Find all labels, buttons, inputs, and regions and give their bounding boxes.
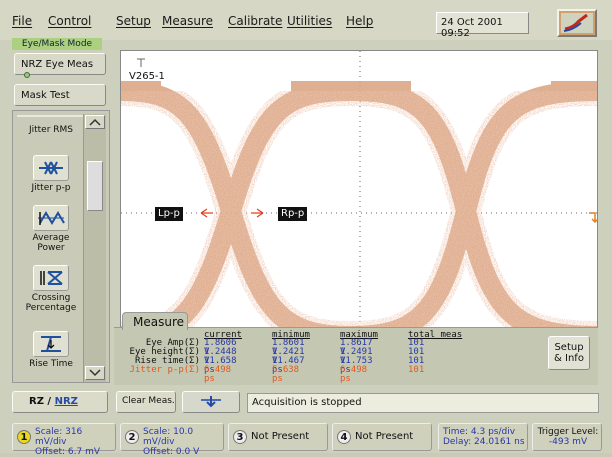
setup-label: Setup [554,342,584,353]
jitter-pp-icon [33,155,69,181]
ground-marker-icon [137,58,145,67]
rise-time-label: Rise Time [29,359,73,369]
setup-info-button[interactable]: Setup & Info [548,336,590,370]
rise-time-button[interactable]: Rise Time [16,331,86,369]
measure-maximum-value: 6.498 ps [340,365,368,384]
rpp-arrow-icon [251,208,264,218]
arrow-down-icon [201,396,221,408]
trigger-button[interactable]: Trigger Level: -493 mV [532,423,602,451]
jitter-rms-button[interactable]: Jitter RMS [16,125,86,135]
nrz-label: NRZ [54,396,78,407]
measure-total-value: 101 [408,365,425,375]
menu-measure[interactable]: Measure [162,14,213,28]
rise-time-icon [33,331,69,357]
measure-current-value: 6.498 ps [204,365,232,384]
chevron-up-icon [89,118,101,126]
mode-badge: Eye/Mask Mode [12,38,102,50]
timebase-button[interactable]: Time: 4.3 ps/div Delay: 24.0161 ns [438,423,528,451]
menu-control[interactable]: Control [48,14,91,28]
channel-3-button[interactable]: 3 Not Present [228,423,328,451]
nrz-eye-label: NRZ Eye Meas [21,59,94,70]
crossing-percentage-button[interactable]: Crossing Percentage [16,265,86,313]
info-label: & Info [554,353,584,364]
scope-window: File Control Setup Measure Calibrate Uti… [0,0,612,457]
channel-offset: Offset: 6.7 mV [35,447,101,457]
menu-help[interactable]: Help [346,14,373,28]
rz-nrz-toggle[interactable]: RZ / NRZ [12,391,108,413]
palette-scrollbar[interactable] [83,114,106,382]
menu-utilities[interactable]: Utilities [287,14,332,28]
clear-meas-button[interactable]: Clear Meas. [116,391,176,413]
channel-4-button[interactable]: 4 Not Present [332,423,432,451]
measure-panel: Measure current minimum maximum total me… [114,312,598,385]
time-label: Time: 4.3 ps/div [443,427,516,437]
divider [17,115,87,117]
trigger-marker-icon [589,212,597,224]
delay-label: Delay: 24.0161 ns [443,437,525,447]
channel-label: V265-1 [129,71,165,82]
mask-test-label: Mask Test [21,90,70,101]
channel-number-badge: 2 [125,430,139,444]
channel-2-button[interactable]: 2 Scale: 10.0 mV/div Offset: 0.0 V [120,423,224,457]
channel-number-badge: 4 [337,430,351,444]
datetime-display: 24 Oct 2001 09:52 [436,12,529,39]
average-power-button[interactable]: Average Power [16,205,86,253]
channel-scale: Scale: 10.0 mV/div [143,427,194,447]
led-icon [24,72,30,78]
average-power-label: Average Power [32,233,70,253]
scroll-down-panel-button[interactable] [182,391,240,413]
scroll-up-button[interactable] [85,115,105,129]
signal-logo-icon [563,13,588,32]
chevron-down-icon [89,369,101,377]
jitter-pp-button[interactable]: Jitter p-p [16,155,86,193]
measure-minimum-value: 5.638 ps [272,365,300,384]
channel-1-button[interactable]: 1 Scale: 316 mV/div Offset: 6.7 mV [12,423,116,457]
average-power-icon [33,205,69,231]
channel-info: Not Present [355,431,414,442]
crossing-percentage-icon [33,265,69,291]
jitter-rms-label: Jitter RMS [28,125,74,135]
rz-label: RZ / [29,396,55,407]
crossing-percentage-label: Crossing Percentage [25,293,77,313]
mask-test-button[interactable]: Mask Test [14,84,106,106]
lpp-marker: Lp-p [155,207,183,221]
scroll-thumb[interactable] [87,161,103,211]
trigger-level-value: -493 mV [548,437,588,447]
menu-file[interactable]: File [12,14,32,28]
measure-name: Jitter p-p(Σ) [129,365,200,375]
lpp-arrow-icon [200,208,213,218]
scroll-down-button[interactable] [85,366,105,380]
menu-calibrate[interactable]: Calibrate [228,14,282,28]
status-bar: Acquisition is stopped [247,393,599,413]
channel-scale: Scale: 316 mV/div [35,427,83,447]
rpp-marker: Rp-p [278,207,308,221]
nrz-eye-meas-button[interactable]: NRZ Eye Meas [14,53,106,78]
trigger-label: Trigger Level: [537,427,599,437]
channel-info: Not Present [251,431,310,442]
menu-bar: File Control Setup Measure Calibrate Uti… [0,0,612,40]
tab-measure[interactable]: Measure [122,312,188,330]
channel-number-badge: 3 [233,430,247,444]
jitter-pp-label: Jitter p-p [31,183,71,193]
channel-number-badge: 1 [17,430,31,444]
vendor-logo-button[interactable] [557,9,597,37]
menu-setup[interactable]: Setup [116,14,151,28]
channel-offset: Offset: 0.0 V [143,447,200,457]
